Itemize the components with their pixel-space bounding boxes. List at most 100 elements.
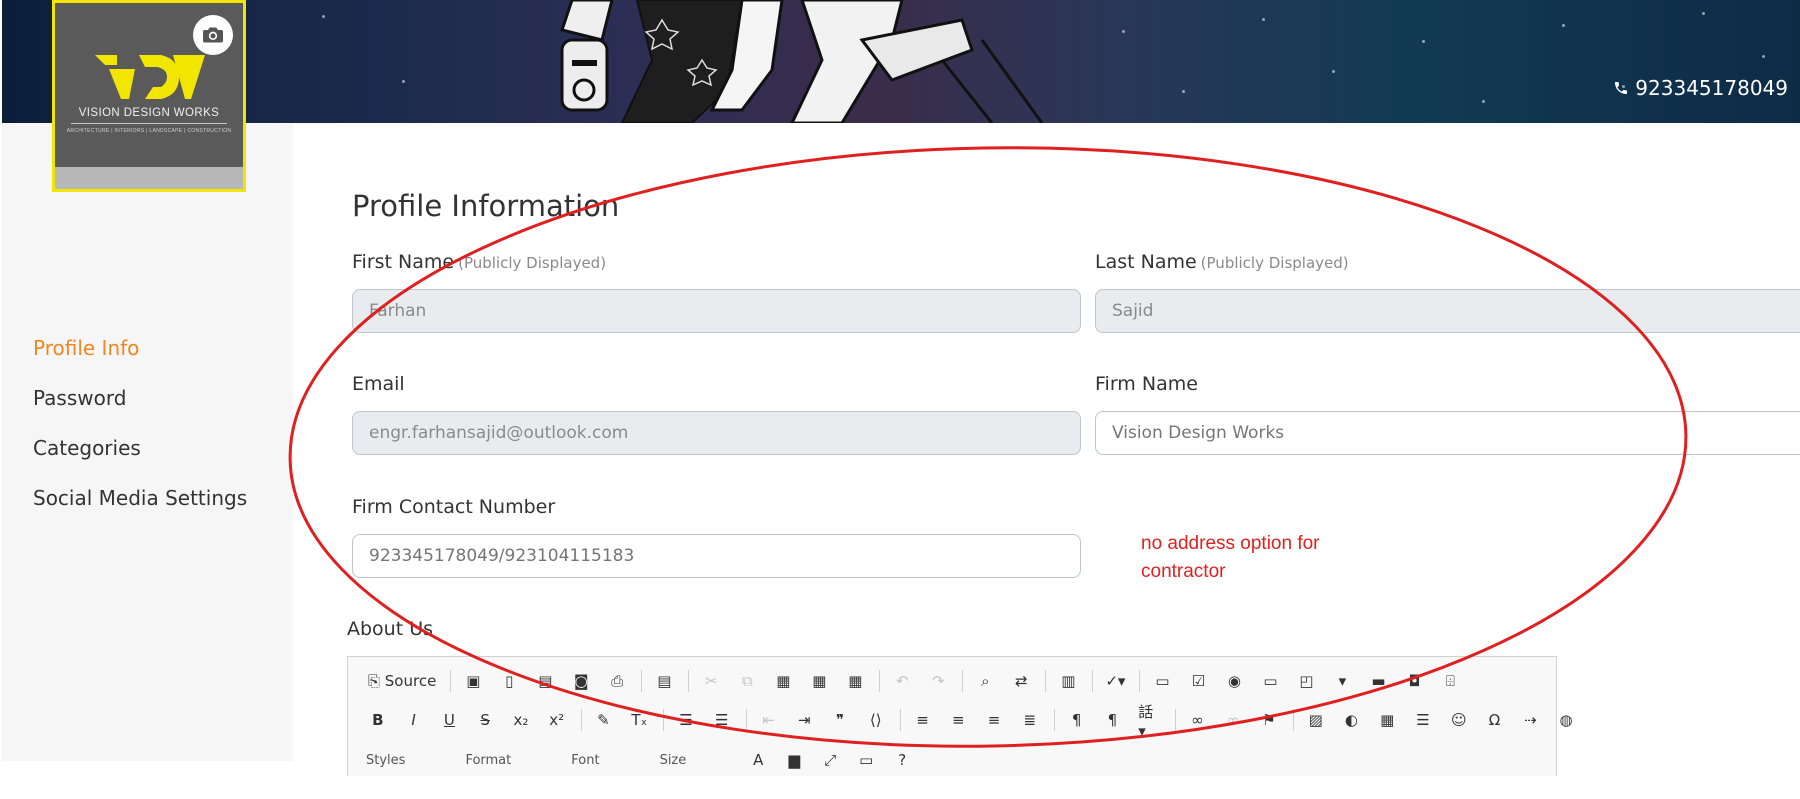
toolbar-separator: [1174, 709, 1176, 731]
hidden-field-icon[interactable]: ⌹: [1438, 668, 1462, 694]
cut-icon[interactable]: ✂: [699, 668, 723, 694]
styles-dropdown[interactable]: Styles: [366, 753, 405, 768]
smiley-icon[interactable]: ☺: [1447, 707, 1471, 733]
last-name-field[interactable]: Sajid: [1095, 289, 1800, 333]
unlink-icon[interactable]: ∞: [1221, 707, 1245, 733]
blockquote-icon[interactable]: ❞: [828, 707, 852, 733]
last-name-label-text: Last Name: [1095, 251, 1197, 273]
sidebar-item-social-media-settings[interactable]: Social Media Settings: [33, 486, 247, 510]
subscript-icon[interactable]: x₂: [509, 707, 533, 733]
justify-icon[interactable]: ≣: [1018, 707, 1042, 733]
flash-icon[interactable]: ◐: [1340, 707, 1364, 733]
checkbox-icon[interactable]: ☑: [1186, 668, 1210, 694]
toolbar-separator: [1053, 709, 1055, 731]
radio-icon[interactable]: ◉: [1222, 668, 1246, 694]
bulleted-list-icon[interactable]: ☰: [710, 707, 734, 733]
phone-number: 923345178049: [1635, 76, 1788, 100]
print-icon[interactable]: ⎙: [605, 668, 629, 694]
image-button-icon[interactable]: ◘: [1402, 668, 1426, 694]
size-dropdown[interactable]: Size: [660, 753, 687, 768]
select-all-icon[interactable]: ▥: [1056, 668, 1080, 694]
logo-tagline: ARCHITECTURE | INTERIORS | LANDSCAPE | C…: [66, 128, 232, 134]
replace-icon[interactable]: ⇄: [1009, 668, 1033, 694]
toolbar-separator: [899, 709, 901, 731]
export-pdf-icon[interactable]: ▤: [533, 668, 557, 694]
underline-icon[interactable]: U: [438, 707, 462, 733]
button-field-icon[interactable]: ▬: [1366, 668, 1390, 694]
copy-format-icon[interactable]: ✎: [592, 707, 616, 733]
spellcheck-icon[interactable]: ✓▾: [1103, 668, 1127, 694]
firm-contact-field[interactable]: 923345178049/923104115183: [352, 534, 1081, 578]
sidebar-item-password[interactable]: Password: [33, 386, 247, 410]
firm-name-field[interactable]: Vision Design Works: [1095, 411, 1800, 455]
paste-icon[interactable]: ▦: [771, 668, 795, 694]
templates-icon[interactable]: ▤: [652, 668, 676, 694]
redo-icon[interactable]: ↷: [926, 668, 950, 694]
about-us-label: About Us: [347, 618, 434, 640]
bg-color-icon[interactable]: ▆: [782, 747, 806, 773]
italic-icon[interactable]: I: [402, 707, 426, 733]
phone-icon: [1615, 82, 1628, 94]
link-icon[interactable]: ∞: [1186, 707, 1210, 733]
image-icon[interactable]: ▨: [1304, 707, 1328, 733]
align-right-icon[interactable]: ≡: [982, 707, 1006, 733]
font-dropdown[interactable]: Font: [571, 753, 599, 768]
undo-icon[interactable]: ↶: [890, 668, 914, 694]
text-color-icon[interactable]: A: [746, 747, 770, 773]
first-name-field[interactable]: Farhan: [352, 289, 1081, 333]
format-dropdown[interactable]: Format: [465, 753, 511, 768]
bold-icon[interactable]: B: [366, 707, 390, 733]
sidebar-item-profile-info[interactable]: Profile Info: [33, 336, 247, 360]
align-center-icon[interactable]: ≡: [946, 707, 970, 733]
toolbar-separator: [1292, 709, 1294, 731]
source-button[interactable]: ⎘ Source: [366, 668, 438, 694]
toolbar-separator: [962, 670, 964, 692]
help-icon[interactable]: ?: [890, 747, 914, 773]
form-icon[interactable]: ▭: [1150, 668, 1174, 694]
remove-format-icon[interactable]: Tₓ: [627, 707, 651, 733]
page-break-icon[interactable]: ⇢: [1518, 707, 1542, 733]
header-phone: 923345178049: [1613, 76, 1788, 100]
language-icon[interactable]: 話▾: [1136, 703, 1162, 740]
strikethrough-icon[interactable]: S: [473, 707, 497, 733]
show-blocks-icon[interactable]: ▭: [854, 747, 878, 773]
sidebar-item-categories[interactable]: Categories: [33, 436, 247, 460]
new-page-icon[interactable]: ▯: [497, 668, 521, 694]
profile-banner: 923345178049: [2, 0, 1800, 123]
ltr-icon[interactable]: ¶: [1065, 707, 1089, 733]
logo-divider: [71, 123, 227, 124]
superscript-icon[interactable]: x²: [545, 707, 569, 733]
camera-button[interactable]: [193, 15, 233, 55]
toolbar-separator: [1139, 670, 1141, 692]
logo-name: VISION DESIGN WORKS: [78, 107, 220, 119]
first-name-hint: (Publicly Displayed): [458, 254, 607, 272]
find-icon[interactable]: ⌕: [973, 668, 997, 694]
firm-contact-label: Firm Contact Number: [352, 496, 556, 518]
numbered-list-icon[interactable]: ☰: [674, 707, 698, 733]
paste-word-icon[interactable]: ▦: [843, 668, 867, 694]
outdent-icon[interactable]: ⇤: [757, 707, 781, 733]
save-icon[interactable]: ▣: [461, 668, 485, 694]
iframe-icon[interactable]: ◍: [1554, 707, 1578, 733]
textarea-icon[interactable]: ◰: [1294, 668, 1318, 694]
maximize-icon[interactable]: ⤢: [818, 747, 842, 773]
text-field-icon[interactable]: ▭: [1258, 668, 1282, 694]
div-container-icon[interactable]: ⟨⟩: [864, 707, 888, 733]
align-left-icon[interactable]: ≡: [911, 707, 935, 733]
camera-icon: [203, 27, 223, 43]
preview-icon[interactable]: ◙: [569, 668, 593, 694]
main-content: Profile Information First Name (Publicly …: [293, 123, 1800, 776]
table-icon[interactable]: ▦: [1375, 707, 1399, 733]
special-char-icon[interactable]: Ω: [1483, 707, 1507, 733]
horizontal-line-icon[interactable]: ☰: [1411, 707, 1435, 733]
select-field-icon[interactable]: ▾: [1330, 668, 1354, 694]
rtl-icon[interactable]: ¶: [1100, 707, 1124, 733]
paste-text-icon[interactable]: ▦: [807, 668, 831, 694]
email-field[interactable]: engr.farhansajid@outlook.com: [352, 411, 1081, 455]
anchor-icon[interactable]: ⚑: [1257, 707, 1281, 733]
copy-icon[interactable]: ⧉: [735, 668, 759, 694]
toolbar-separator: [663, 709, 665, 731]
email-label: Email: [352, 373, 405, 395]
indent-icon[interactable]: ⇥: [792, 707, 816, 733]
sidebar: VISION DESIGN WORKS ARCHITECTURE | INTER…: [2, 0, 293, 761]
